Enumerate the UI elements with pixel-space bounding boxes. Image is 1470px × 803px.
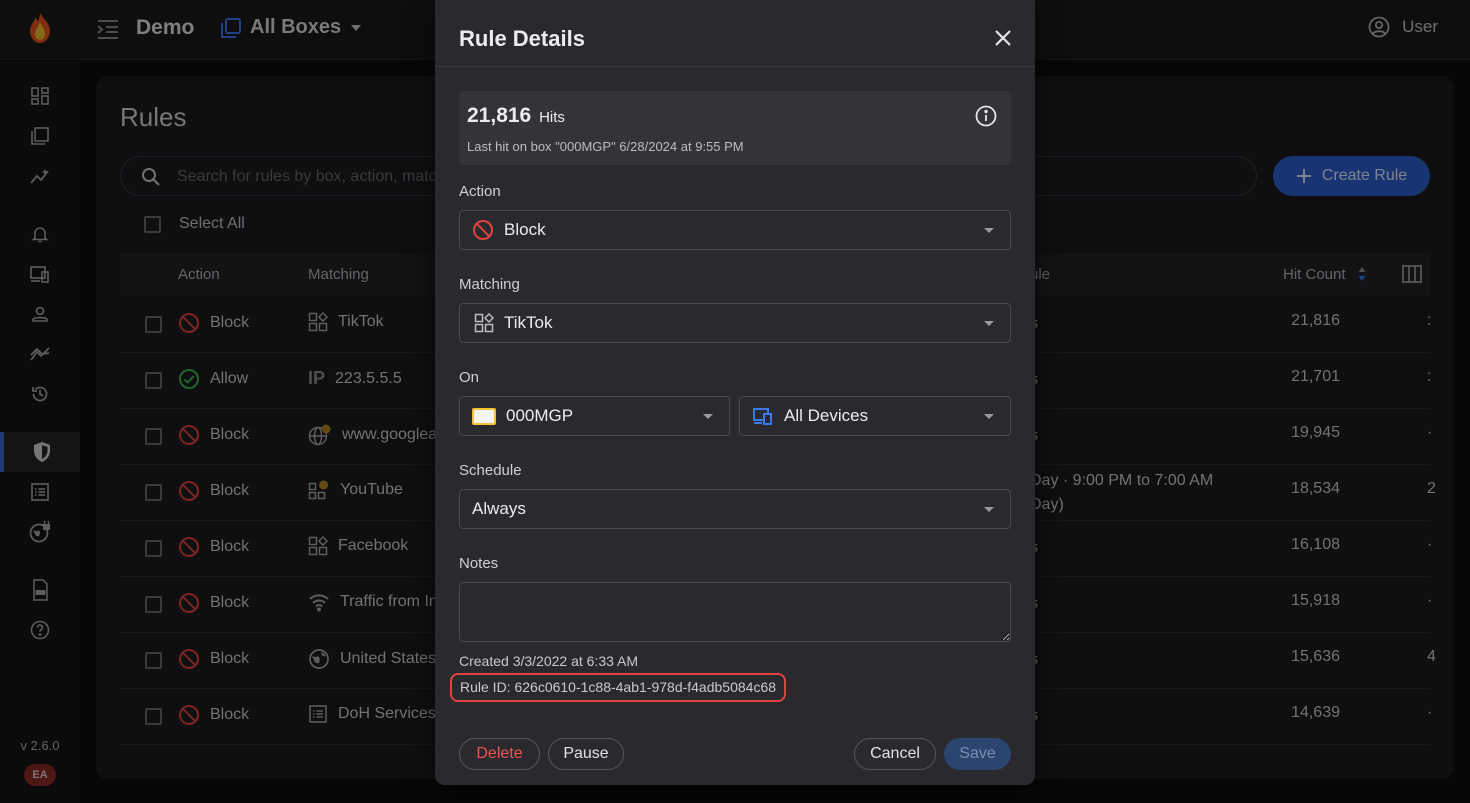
dialog-title: Rule Details [459,26,585,51]
schedule-value: Always [472,499,526,518]
chevron-down-icon [703,414,713,419]
rule-id: Rule ID: 626c0610-1c88-4ab1-978d-f4adb50… [450,673,787,702]
app-icon [474,313,494,333]
hits-unit: Hits [539,109,565,126]
save-button[interactable]: Save [944,738,1011,770]
delete-button[interactable]: Delete [459,738,540,770]
rule-details-dialog: Rule Details 21,816 Hits Last hit on box… [435,0,1035,785]
hits-count-line: 21,816 Hits [467,104,565,128]
info-icon[interactable] [975,105,997,127]
notes-textarea[interactable] [459,582,1011,642]
matching-select[interactable]: TikTok [459,303,1011,343]
block-icon [473,220,493,240]
dialog-footer: Delete Pause Cancel Save [435,719,1035,785]
action-value: Block [504,220,546,239]
devices-value: All Devices [784,406,869,425]
matching-label: Matching [459,276,520,293]
box-select[interactable]: 000MGP [459,396,730,436]
schedule-label: Schedule [459,462,522,479]
hits-summary: 21,816 Hits Last hit on box "000MGP" 6/2… [459,91,1011,165]
last-hit-text: Last hit on box "000MGP" 6/28/2024 at 9:… [467,139,744,154]
on-label: On [459,369,480,386]
devices-icon [753,408,772,425]
pause-button[interactable]: Pause [548,738,624,770]
box-value: 000MGP [506,406,574,425]
notes-label: Notes [459,555,499,572]
matching-value: TikTok [504,313,553,332]
cancel-button[interactable]: Cancel [854,738,936,770]
chevron-down-icon [984,507,994,512]
devices-select[interactable]: All Devices [739,396,1011,436]
dialog-header: Rule Details [435,0,1035,67]
action-label: Action [459,183,501,200]
chevron-down-icon [984,414,994,419]
box-device-icon [472,407,496,425]
hits-count: 21,816 [467,104,532,127]
close-icon[interactable] [993,28,1013,48]
schedule-select[interactable]: Always [459,489,1011,529]
chevron-down-icon [984,228,994,233]
chevron-down-icon [984,321,994,326]
created-timestamp: Created 3/3/2022 at 6:33 AM [459,653,639,669]
action-select[interactable]: Block [459,210,1011,250]
